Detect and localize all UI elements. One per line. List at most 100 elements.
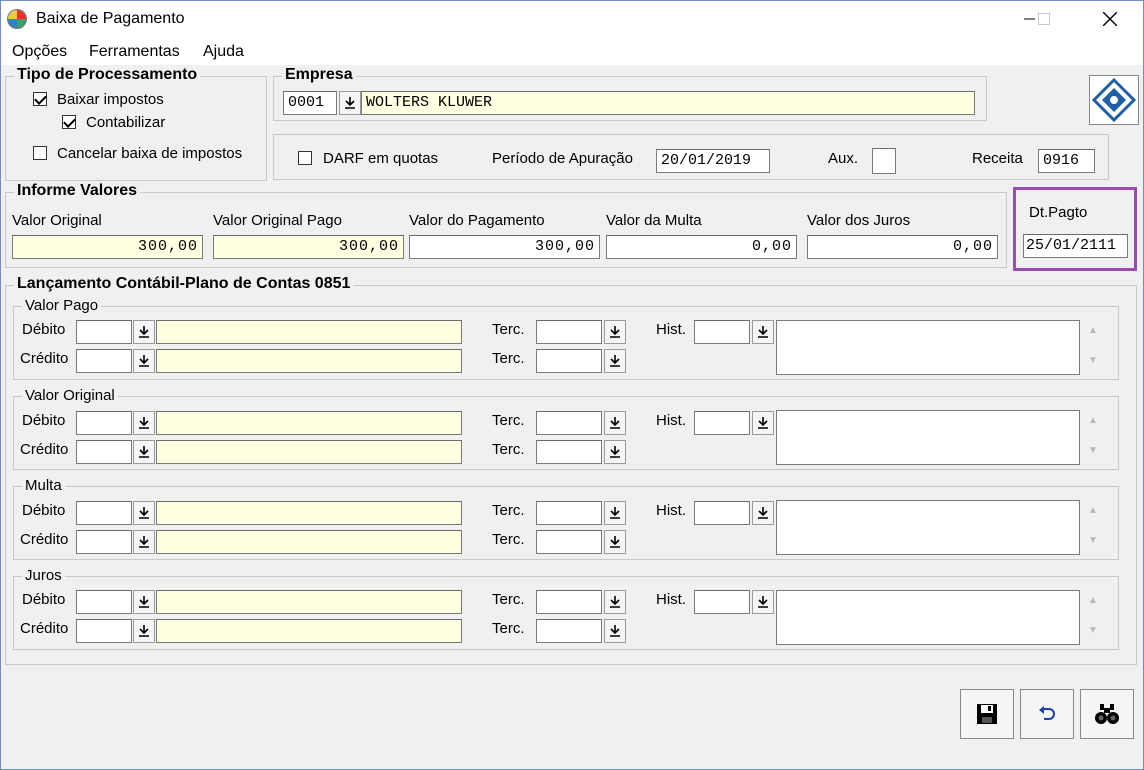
debito-description-field[interactable] xyxy=(156,320,462,344)
hist-label: Hist. xyxy=(656,591,686,608)
hist-lookup-button[interactable] xyxy=(752,320,774,344)
debito-terc-field[interactable] xyxy=(536,320,602,344)
hist-code-field[interactable] xyxy=(694,320,750,344)
credito-account-field[interactable] xyxy=(76,530,132,554)
credito-terc-field[interactable] xyxy=(536,530,602,554)
valor-pagamento-label: Valor do Pagamento xyxy=(409,212,545,229)
hist-memo[interactable] xyxy=(776,590,1080,645)
credito-terc-field[interactable] xyxy=(536,349,602,373)
hist-lookup-button[interactable] xyxy=(752,501,774,525)
cancelar-baixa-checkbox[interactable] xyxy=(33,146,47,160)
periodo-apuracao-field[interactable]: 20/01/2019 xyxy=(656,149,770,173)
debito-account-field[interactable] xyxy=(76,590,132,614)
debito-account-field[interactable] xyxy=(76,411,132,435)
empresa-lookup-button[interactable] xyxy=(339,91,361,115)
terc-label: Terc. xyxy=(492,502,525,519)
debito-terc-field[interactable] xyxy=(536,411,602,435)
credito-terc-lookup-button[interactable] xyxy=(604,349,626,373)
credito-account-field[interactable] xyxy=(76,619,132,643)
contabilizar-label: Contabilizar xyxy=(86,114,166,131)
credito-lookup-button[interactable] xyxy=(133,440,155,464)
hist-code-field[interactable] xyxy=(694,411,750,435)
darf-quotas-checkbox[interactable] xyxy=(298,151,312,165)
download-arrow-icon xyxy=(610,507,620,519)
hist-label: Hist. xyxy=(656,502,686,519)
credito-lookup-button[interactable] xyxy=(133,619,155,643)
hist-code-field[interactable] xyxy=(694,501,750,525)
empresa-code-field[interactable]: 0001 xyxy=(283,91,337,115)
menu-ajuda[interactable]: Ajuda xyxy=(203,43,244,61)
credito-terc-field[interactable] xyxy=(536,440,602,464)
valor-juros-field[interactable]: 0,00 xyxy=(807,235,998,259)
hist-code-field[interactable] xyxy=(694,590,750,614)
valor-pagamento-field[interactable]: 300,00 xyxy=(409,235,600,259)
close-button[interactable] xyxy=(1087,1,1133,37)
search-button[interactable] xyxy=(1080,689,1134,739)
contabilizar-checkbox[interactable] xyxy=(62,115,76,129)
menu-opcoes[interactable]: Opções xyxy=(12,43,67,61)
credito-terc-lookup-button[interactable] xyxy=(604,530,626,554)
debito-terc-lookup-button[interactable] xyxy=(604,590,626,614)
aux-field[interactable] xyxy=(872,148,896,174)
scroll-up-icon[interactable]: ▲ xyxy=(1084,325,1102,336)
undo-button[interactable] xyxy=(1020,689,1074,739)
credito-account-field[interactable] xyxy=(76,349,132,373)
credito-terc-lookup-button[interactable] xyxy=(604,440,626,464)
credito-account-field[interactable] xyxy=(76,440,132,464)
credito-label: Crédito xyxy=(20,350,69,367)
receita-field[interactable]: 0916 xyxy=(1038,149,1095,173)
valor-original-pago-field[interactable]: 300,00 xyxy=(213,235,404,259)
close-icon xyxy=(1103,12,1117,26)
hist-memo[interactable] xyxy=(776,320,1080,375)
debito-lookup-button[interactable] xyxy=(133,320,155,344)
debito-account-field[interactable] xyxy=(76,501,132,525)
download-arrow-icon xyxy=(139,536,149,548)
scroll-up-icon[interactable]: ▲ xyxy=(1084,415,1102,426)
debito-terc-field[interactable] xyxy=(536,501,602,525)
credito-lookup-button[interactable] xyxy=(133,530,155,554)
download-arrow-icon xyxy=(139,596,149,608)
credito-lookup-button[interactable] xyxy=(133,349,155,373)
download-arrow-icon xyxy=(139,625,149,637)
scroll-up-icon[interactable]: ▲ xyxy=(1084,595,1102,606)
dt-pagto-field[interactable]: 25/01/2111 xyxy=(1023,234,1128,258)
debito-lookup-button[interactable] xyxy=(133,590,155,614)
save-button[interactable] xyxy=(960,689,1014,739)
menu-ferramentas[interactable]: Ferramentas xyxy=(89,43,180,61)
debito-description-field[interactable] xyxy=(156,590,462,614)
debito-label: Débito xyxy=(22,321,66,338)
credito-terc-lookup-button[interactable] xyxy=(604,619,626,643)
credito-terc-field[interactable] xyxy=(536,619,602,643)
credito-description-field[interactable] xyxy=(156,530,462,554)
scroll-up-icon[interactable]: ▲ xyxy=(1084,505,1102,516)
hist-lookup-button[interactable] xyxy=(752,590,774,614)
empresa-name-field[interactable]: WOLTERS KLUWER xyxy=(361,91,975,115)
hist-memo[interactable] xyxy=(776,410,1080,465)
valor-original-field[interactable]: 300,00 xyxy=(12,235,203,259)
scroll-down-icon[interactable]: ▼ xyxy=(1084,355,1102,366)
debito-account-field[interactable] xyxy=(76,320,132,344)
debito-lookup-button[interactable] xyxy=(133,501,155,525)
debito-terc-lookup-button[interactable] xyxy=(604,501,626,525)
debito-terc-field[interactable] xyxy=(536,590,602,614)
hist-memo[interactable] xyxy=(776,500,1080,555)
scroll-down-icon[interactable]: ▼ xyxy=(1084,625,1102,636)
debito-terc-lookup-button[interactable] xyxy=(604,411,626,435)
maximize-icon xyxy=(1038,13,1050,25)
credito-description-field[interactable] xyxy=(156,619,462,643)
valor-multa-field[interactable]: 0,00 xyxy=(606,235,797,259)
title-bar: Baixa de Pagamento xyxy=(1,1,1143,37)
terc-label: Terc. xyxy=(492,441,525,458)
debito-description-field[interactable] xyxy=(156,501,462,525)
maximize-button[interactable] xyxy=(1021,1,1067,37)
baixar-impostos-label: Baixar impostos xyxy=(57,91,164,108)
scroll-down-icon[interactable]: ▼ xyxy=(1084,535,1102,546)
credito-description-field[interactable] xyxy=(156,440,462,464)
credito-description-field[interactable] xyxy=(156,349,462,373)
hist-lookup-button[interactable] xyxy=(752,411,774,435)
debito-lookup-button[interactable] xyxy=(133,411,155,435)
debito-terc-lookup-button[interactable] xyxy=(604,320,626,344)
scroll-down-icon[interactable]: ▼ xyxy=(1084,445,1102,456)
baixar-impostos-checkbox[interactable] xyxy=(33,92,47,106)
debito-description-field[interactable] xyxy=(156,411,462,435)
